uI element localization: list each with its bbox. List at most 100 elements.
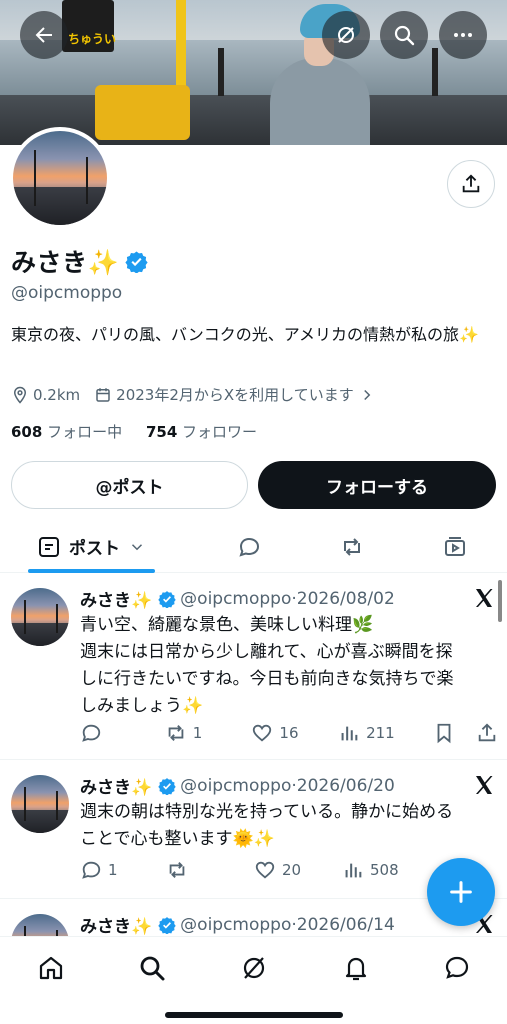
bell-icon xyxy=(345,957,367,981)
post-author-name[interactable]: みさき✨ xyxy=(80,912,152,936)
verified-badge-icon xyxy=(152,916,180,934)
post-date[interactable]: 2026/06/20 xyxy=(297,776,395,796)
repost-icon xyxy=(168,725,184,741)
chevron-down-icon xyxy=(131,543,143,550)
profile-bio: 東京の夜、パリの風、バンコクの光、アメリカの情熱が私の旅✨ xyxy=(11,325,479,344)
profile-location: 0.2km xyxy=(33,385,81,404)
following-link[interactable]: 608 フォロー中 xyxy=(11,423,122,441)
post-date[interactable]: 2026/06/14 xyxy=(297,915,395,935)
post-item[interactable]: みさき✨ @oipcmoppo · 2026/08/02 青い空、綺麗な景色、美… xyxy=(0,574,507,760)
home-indicator xyxy=(165,1012,343,1018)
tab-posts-label: ポスト xyxy=(69,539,120,559)
repost-icon xyxy=(344,537,360,556)
banner-post xyxy=(218,48,224,96)
profile-handle: @oipcmoppo xyxy=(11,283,123,303)
search-icon xyxy=(140,956,165,981)
grok-icon xyxy=(338,27,354,43)
post-author-name[interactable]: みさき✨ xyxy=(80,586,152,611)
x-logo-icon[interactable] xyxy=(472,773,496,797)
verified-badge-icon[interactable] xyxy=(125,250,148,273)
calendar-icon xyxy=(96,387,110,402)
plus-icon xyxy=(450,881,472,903)
post-actions: 1 16 211 xyxy=(80,722,498,744)
views-button[interactable]: 211 xyxy=(338,722,433,744)
heart-icon xyxy=(253,724,272,742)
post-handle[interactable]: @oipcmoppo xyxy=(180,776,291,796)
views-button[interactable]: 508 xyxy=(342,859,438,881)
bottom-navigation xyxy=(0,936,507,1024)
post-avatar[interactable] xyxy=(11,914,69,936)
nav-grok[interactable] xyxy=(239,953,269,983)
compose-post-button[interactable] xyxy=(427,858,495,926)
profile-avatar[interactable] xyxy=(9,127,111,229)
tab-reposts[interactable] xyxy=(328,520,376,573)
analytics-icon xyxy=(345,863,362,878)
reply-icon xyxy=(239,537,260,557)
analytics-icon xyxy=(341,726,358,741)
post-avatar[interactable] xyxy=(11,588,69,646)
share-profile-button[interactable] xyxy=(447,160,495,208)
post-header: みさき✨ @oipcmoppo · 2026/08/02 xyxy=(80,586,395,612)
reply-button[interactable]: 1 xyxy=(80,859,166,881)
more-button[interactable] xyxy=(439,11,487,59)
tab-posts[interactable]: ポスト xyxy=(28,520,155,573)
post-list-icon xyxy=(39,536,59,557)
profile-banner[interactable]: ちゅうい xyxy=(0,0,507,145)
tab-active-indicator xyxy=(28,569,155,573)
chevron-right-icon[interactable] xyxy=(358,386,376,404)
grok-button[interactable] xyxy=(322,11,370,59)
nav-home[interactable] xyxy=(36,953,66,983)
tab-media[interactable] xyxy=(431,520,479,573)
share-icon xyxy=(462,174,480,193)
followers-link[interactable]: 754 フォロワー xyxy=(146,423,257,441)
more-icon xyxy=(454,33,472,37)
nav-messages[interactable] xyxy=(442,953,472,983)
post-text: 週末の朝は特別な光を持っている。静かに始める ことで心も整います🌞✨ xyxy=(80,802,454,849)
profile-tabs: ポスト xyxy=(0,520,507,573)
nav-notifications[interactable] xyxy=(341,953,371,983)
mention-post-button[interactable]: @ポスト xyxy=(11,461,248,509)
reply-icon xyxy=(82,724,101,742)
search-button[interactable] xyxy=(380,11,428,59)
profile-joined[interactable]: 2023年2月からXを利用しています xyxy=(116,384,354,405)
post-header: みさき✨ @oipcmoppo · 2026/06/20 xyxy=(80,773,395,799)
post-handle[interactable]: @oipcmoppo xyxy=(180,915,291,935)
reply-icon xyxy=(82,861,101,879)
share-post-button[interactable] xyxy=(476,722,498,744)
repost-button[interactable] xyxy=(166,859,254,881)
profile-meta: 0.2km 2023年2月からXを利用しています xyxy=(11,384,380,405)
verified-badge-icon xyxy=(152,590,180,608)
message-icon xyxy=(445,956,469,979)
post-handle[interactable]: @oipcmoppo xyxy=(180,589,291,609)
heart-icon xyxy=(255,861,275,879)
verified-badge-icon xyxy=(152,777,180,795)
banner-barrier xyxy=(95,85,190,140)
home-icon xyxy=(39,956,63,980)
banner-sign-text: ちゅうい xyxy=(68,32,117,46)
post-text: 青い空、綺麗な景色、美味しい料理🌿 週末には日常から少し離れて、心が喜ぶ瞬間を探… xyxy=(80,615,454,716)
post-avatar[interactable] xyxy=(11,775,69,833)
bookmark-button[interactable] xyxy=(433,722,476,744)
scrollbar[interactable] xyxy=(498,580,502,622)
arrow-left-icon xyxy=(35,27,52,43)
post-date[interactable]: 2026/08/02 xyxy=(297,589,395,609)
location-icon xyxy=(13,386,27,404)
follow-button[interactable]: フォローする xyxy=(258,461,496,509)
profile-name: みさき✨ xyxy=(11,248,120,277)
search-icon xyxy=(394,25,415,46)
banner-post xyxy=(432,48,438,96)
tab-replies[interactable] xyxy=(225,520,273,573)
like-button[interactable]: 20 xyxy=(254,859,342,881)
grok-icon xyxy=(243,957,265,979)
x-logo-icon[interactable] xyxy=(472,586,496,610)
bookmark-icon xyxy=(437,723,451,744)
follow-stats: 608 フォロー中 754 フォロワー xyxy=(11,421,257,442)
repost-button[interactable]: 1 xyxy=(165,722,252,744)
back-button[interactable] xyxy=(20,11,68,59)
share-icon xyxy=(478,723,496,742)
post-author-name[interactable]: みさき✨ xyxy=(80,773,152,798)
like-button[interactable]: 16 xyxy=(251,722,338,744)
nav-search[interactable] xyxy=(137,953,167,983)
reply-button[interactable] xyxy=(80,722,165,744)
profile-name-row: みさき✨ xyxy=(11,243,148,279)
